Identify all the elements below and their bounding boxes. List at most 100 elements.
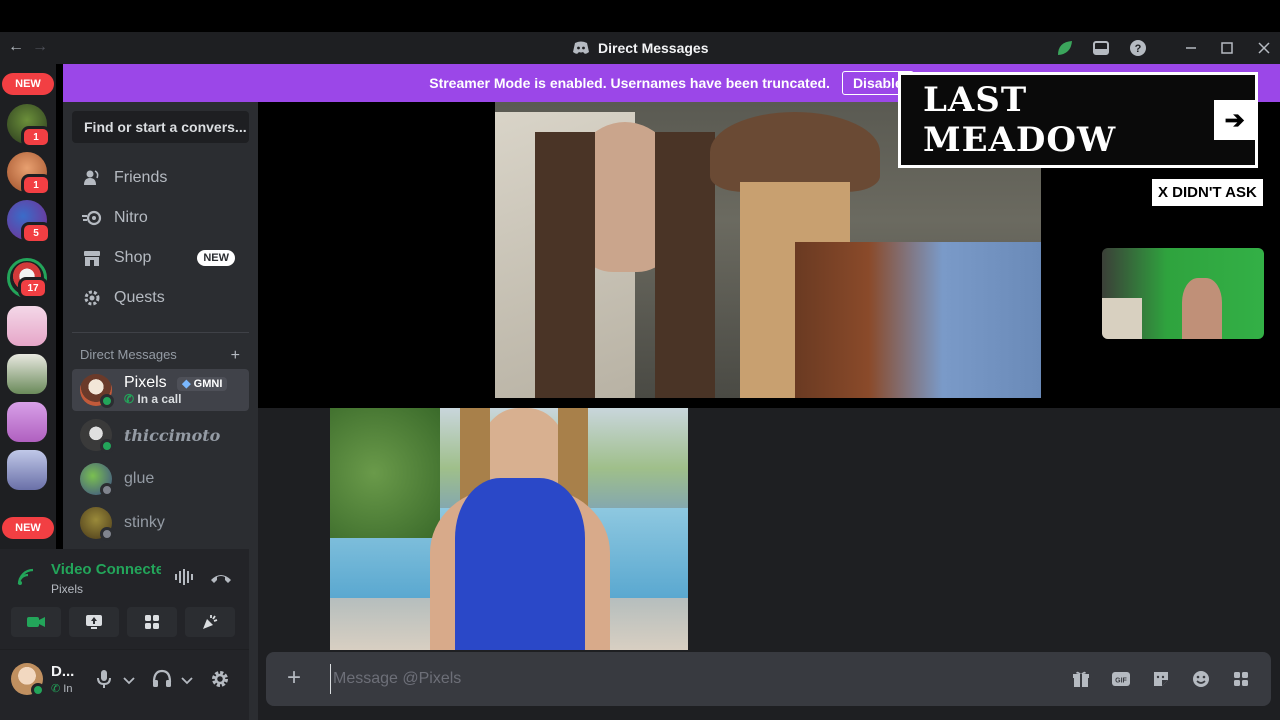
close-icon[interactable] — [1255, 39, 1273, 57]
signal-icon — [16, 567, 36, 592]
friends-icon — [82, 168, 102, 188]
mention-badge: 5 — [21, 222, 51, 244]
picture-in-picture-tile[interactable] — [1102, 248, 1264, 339]
message-input[interactable] — [330, 664, 1030, 694]
nav-friends[interactable]: Friends — [72, 158, 249, 198]
chevron-down-icon[interactable] — [181, 673, 193, 691]
inbox-icon[interactable] — [1092, 39, 1110, 57]
gift-icon[interactable] — [1070, 668, 1092, 690]
nav-label: Nitro — [114, 209, 148, 226]
online-status-icon — [100, 394, 114, 408]
headphones-icon[interactable] — [152, 669, 172, 694]
server-icon[interactable]: 1 — [7, 104, 51, 148]
activities-button[interactable] — [127, 607, 177, 637]
voice-status-title[interactable]: Video Connected — [51, 561, 161, 578]
dm-item-thiccimoto[interactable]: thiccimoto — [72, 414, 249, 456]
video-tile-camera[interactable] — [330, 408, 688, 650]
add-attachment-icon[interactable]: + — [282, 666, 306, 690]
dm-item-stinky[interactable]: stinky — [72, 502, 249, 544]
nav-label: Shop — [114, 249, 152, 266]
composer-area: + GIF — [258, 650, 1280, 720]
server-icon[interactable] — [7, 306, 47, 346]
nav-quests[interactable]: Quests — [72, 278, 249, 318]
noise-suppression-icon[interactable] — [174, 568, 194, 591]
soundboard-button[interactable] — [185, 607, 235, 637]
hair-shape — [655, 132, 715, 398]
mention-badge: 1 — [21, 126, 51, 148]
new-unread-pill[interactable]: NEW — [2, 517, 54, 539]
phone-icon: ✆ — [51, 683, 61, 695]
nav-nitro[interactable]: Nitro — [72, 198, 249, 238]
svg-text:?: ? — [1135, 43, 1142, 55]
forward-arrow-icon[interactable]: → — [32, 38, 48, 56]
server-icon[interactable]: 1 — [7, 152, 51, 196]
arrow-right-icon: ➔ — [1214, 100, 1255, 140]
overlay-logo-text: LAST MEADOW — [923, 80, 1117, 160]
microphone-icon[interactable] — [96, 669, 112, 694]
page-title: Direct Messages — [598, 40, 709, 56]
window-title: Direct Messages — [572, 40, 709, 56]
maximize-icon[interactable] — [1218, 39, 1236, 57]
stream-overlay-label: X DIDN'T ASK — [1152, 179, 1263, 206]
emoji-icon[interactable] — [1190, 668, 1212, 690]
gif-icon[interactable]: GIF — [1110, 668, 1132, 690]
guild-tag-label: GMNI — [193, 378, 223, 390]
dm-header-label: Direct Messages — [80, 347, 177, 362]
screen-share-button[interactable] — [69, 607, 119, 637]
nav-shop[interactable]: Shop NEW — [72, 238, 249, 278]
user-status: In — [63, 683, 73, 695]
bottom-panel: Video Connected Pixels D... ✆ In — [0, 549, 249, 720]
disconnect-icon[interactable] — [210, 571, 232, 589]
swimsuit-shape — [455, 478, 585, 650]
costume-shape — [795, 242, 1041, 398]
apps-icon[interactable] — [1230, 668, 1252, 690]
server-icon[interactable] — [7, 402, 47, 442]
sticker-icon[interactable] — [1150, 668, 1172, 690]
title-bar: ← → Direct Messages ? — [0, 32, 1280, 64]
dm-name: glue — [124, 470, 155, 487]
voice-channel-name[interactable]: Pixels — [51, 582, 83, 596]
find-conversation-input[interactable]: Find or start a convers... — [72, 111, 249, 143]
dm-name: thiccimoto — [124, 425, 221, 445]
back-arrow-icon[interactable]: ← — [8, 38, 24, 56]
camera-button[interactable] — [11, 607, 61, 637]
server-icon[interactable] — [7, 450, 47, 490]
screen-share-icon — [86, 615, 102, 629]
mention-badge: 1 — [21, 174, 51, 196]
create-dm-icon[interactable]: + — [231, 347, 240, 365]
desk-shape — [1102, 298, 1142, 339]
dm-item-glue[interactable]: glue — [72, 458, 249, 500]
online-status-icon — [31, 683, 45, 697]
dm-name: Pixels — [124, 374, 167, 391]
minimize-icon[interactable] — [1182, 39, 1200, 57]
discord-icon — [573, 41, 589, 54]
top-black-bar — [0, 0, 1280, 32]
chevron-down-icon[interactable] — [123, 673, 135, 691]
quests-icon — [82, 288, 102, 308]
cowboy-hat-shape — [710, 112, 880, 192]
server-icon[interactable]: 17 — [7, 258, 48, 299]
help-icon[interactable]: ? — [1129, 39, 1147, 57]
dm-item-pixels[interactable]: Pixels ◆ GMNI ✆ In a call — [72, 369, 249, 411]
divider — [0, 649, 249, 650]
palm-shape — [330, 408, 440, 538]
dm-section-header: Direct Messages + — [80, 347, 240, 365]
gear-icon[interactable] — [210, 669, 230, 694]
new-unread-pill[interactable]: NEW — [2, 73, 54, 95]
banner-text: Streamer Mode is enabled. Usernames have… — [429, 75, 830, 91]
person-shape — [1182, 278, 1222, 339]
divider — [72, 332, 249, 333]
offline-status-icon — [100, 527, 114, 541]
soundboard-icon — [203, 615, 218, 629]
phone-icon: ✆ — [124, 392, 135, 406]
message-composer: + GIF — [266, 652, 1271, 706]
svg-text:GIF: GIF — [1115, 678, 1127, 685]
offline-status-icon — [100, 483, 114, 497]
leaf-icon[interactable] — [1056, 39, 1074, 57]
user-avatar[interactable] — [11, 663, 45, 697]
username[interactable]: D... — [51, 663, 74, 680]
hair-shape — [535, 132, 595, 398]
server-icon[interactable] — [7, 354, 47, 394]
gem-icon: ◆ — [182, 378, 191, 390]
server-icon[interactable]: 5 — [7, 200, 51, 244]
